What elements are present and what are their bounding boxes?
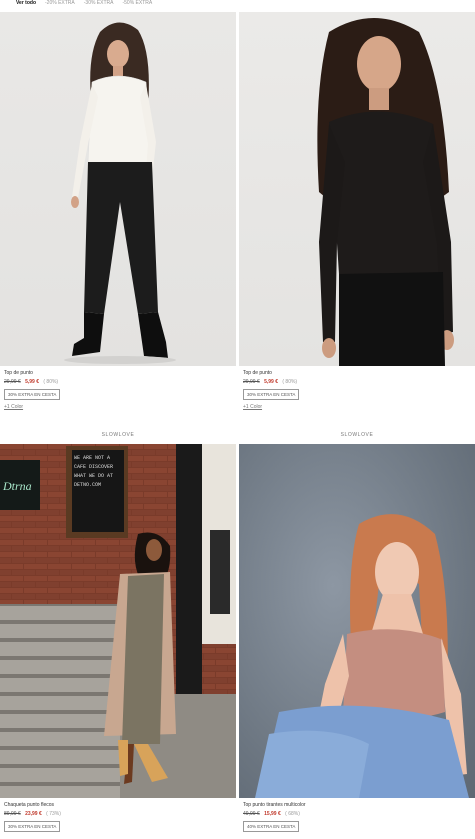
product-info: Chaqueta punto flecos 89,99 € 23,99 € ( … [4,802,232,832]
promo-badge: 30% EXTRA EN CESTA [4,821,61,832]
discount-percent: ( 68%) [285,811,300,817]
more-colors-link[interactable]: +1 Color [4,404,232,410]
original-price: 29,99 € [4,379,21,385]
promo-badge: 30% EXTRA EN CESTA [4,389,61,400]
filter-bar: Ver todo -20% EXTRA -30% EXTRA -50% EXTR… [0,0,475,12]
product-name[interactable]: Top punto tirantes multicolor [243,802,471,809]
sale-price: 15,99 € [264,811,281,817]
brand-label: SLOWLOVE [340,432,374,438]
product-prices: 29,99 € 5,99 € ( 80%) [243,379,471,386]
product-name[interactable]: Top de punto [4,370,232,377]
discount-percent: ( 80%) [282,379,298,385]
product-info: Top de punto 29,99 € 5,99 € ( 80%) 30% E… [243,370,471,410]
product-prices: 29,99 € 5,99 € ( 80%) [4,379,232,386]
filter-tab-20[interactable]: -20% EXTRA [45,0,75,6]
promo-badge: 40% EXTRA EN CESTA [243,821,300,832]
filter-tab-50[interactable]: -50% EXTRA [122,0,152,6]
filter-tab-all[interactable]: Ver todo [16,0,36,6]
product-photo-woman-black-top [317,18,454,366]
more-colors-link[interactable]: +1 Color [243,404,471,410]
filter-tabs: Ver todo -20% EXTRA -30% EXTRA -50% EXTR… [16,0,152,6]
product-name[interactable]: Top de punto [243,370,471,377]
discount-percent: ( 73%) [46,811,61,817]
neon-sign: Dtrna [2,479,32,493]
product-name[interactable]: Chaqueta punto flecos [4,802,232,809]
product-info: Top de punto 29,99 € 5,99 € ( 80%) 30% E… [4,370,232,410]
original-price: 89,99 € [4,811,21,817]
discount-percent: ( 80%) [43,379,59,385]
product-prices: 89,99 € 23,99 € ( 73%) [4,811,232,818]
product-photo-woman-pink-camisole [255,514,469,798]
product-prices: 49,99 € 15,99 € ( 68%) [243,811,471,818]
promo-badge: 30% EXTRA EN CESTA [243,389,300,400]
original-price: 49,99 € [243,811,260,817]
sale-price: 5,99 € [264,379,278,385]
product-image[interactable] [239,444,475,798]
brand-label: SLOWLOVE [101,432,135,438]
product-image[interactable] [0,12,236,366]
product-photo-woman-white-top [64,22,176,364]
product-image[interactable] [239,12,475,366]
wall-sign-text: WE ARE NOT A CAFE DISCOVER WHAT WE DO AT… [74,455,114,488]
product-image[interactable]: Dtrna WE ARE NOT A CAFE DISCOVER WHAT WE… [0,444,236,798]
filter-tab-30[interactable]: -30% EXTRA [84,0,114,6]
product-info: Top punto tirantes multicolor 49,99 € 15… [243,802,471,832]
sale-price: 5,99 € [25,379,39,385]
sale-price: 23,99 € [25,811,42,817]
product-photo-woman-knit-cardigan: Dtrna WE ARE NOT A CAFE DISCOVER WHAT WE… [0,444,236,798]
original-price: 29,99 € [243,379,260,385]
